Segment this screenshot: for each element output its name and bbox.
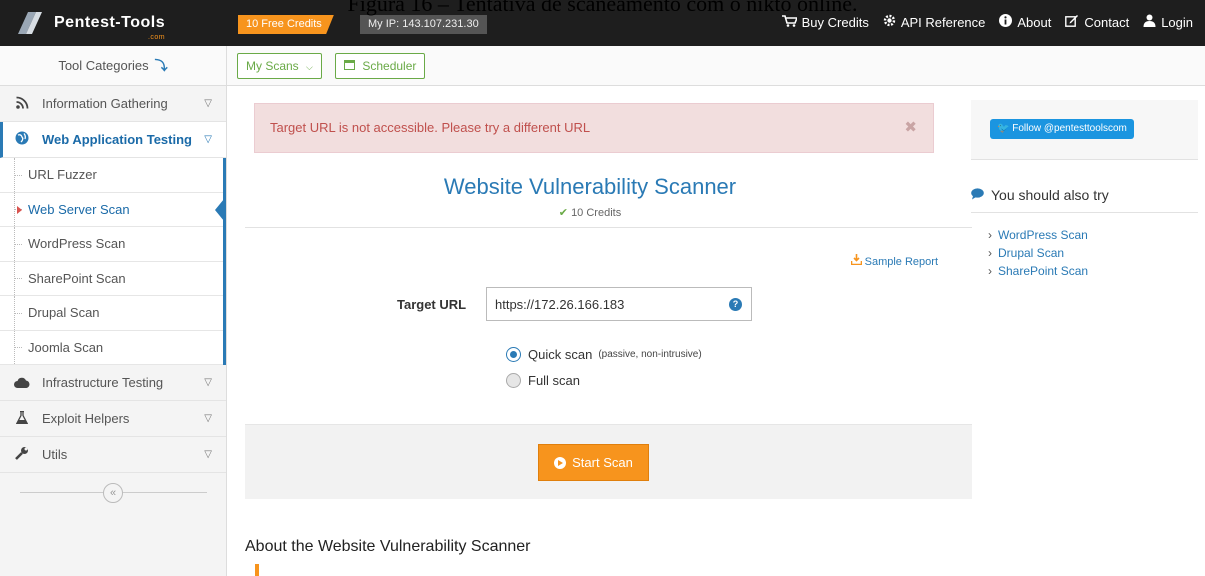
globe-icon [14,131,30,148]
web-application-submenu: URL Fuzzer Web Server Scan WordPress Sca… [0,158,226,365]
subitem-label: SharePoint Scan [28,270,126,286]
subitem-label: URL Fuzzer [28,167,97,183]
sample-report-link[interactable]: Sample Report [850,254,938,268]
subitem-label: Drupal Scan [28,305,100,321]
download-icon [850,254,865,268]
sidebar: Information Gathering ▽ Web Application … [0,86,227,576]
divider [245,227,972,228]
credits-cost: ✔ 10 Credits [245,206,935,219]
calendar-icon [344,59,358,73]
quick-scan-hint: (passive, non-intrusive) [598,349,702,360]
link-label: WordPress Scan [998,228,1088,242]
alert-message: Target URL is not accessible. Please try… [270,120,591,135]
curved-arrow-icon: ⤵ [154,58,168,73]
quick-scan-label: Quick scan [528,347,593,362]
sidebar-collapse-row: « [20,482,207,504]
figure-caption: Figura 16 – Tentativa de scaneamento com… [347,0,858,16]
also-try-label: You should also try [991,187,1109,203]
link-label: SharePoint Scan [998,264,1089,278]
sidebar-item-exploit-helpers[interactable]: Exploit Helpers ▽ [0,401,226,437]
full-scan-label: Full scan [528,373,581,388]
logo-sub: .com [147,34,166,41]
divider [971,212,1198,213]
my-scans-label: My Scans [246,59,299,73]
cloud-icon [14,375,30,391]
sidebar-item-label: Information Gathering [42,96,168,111]
collapse-sidebar-button[interactable]: « [103,483,123,503]
also-try-heading: You should also try [971,187,1109,203]
also-try-list: › WordPress Scan › Drupal Scan › SharePoint… [988,226,1088,280]
chevron-down-icon: ▽ [204,377,212,388]
chevron-down-icon: ▽ [204,134,212,145]
sample-report-label: Sample Report [864,256,938,268]
quick-scan-option[interactable]: Quick scan (passive, non-intrusive) [506,347,702,362]
sidebar-item-utils[interactable]: Utils ▽ [0,437,226,473]
start-scan-button[interactable]: Start Scan [538,444,649,481]
sidebar-subitem-sharepoint-scan[interactable]: SharePoint Scan [0,261,223,296]
accent-bar [255,564,259,576]
my-scans-button[interactable]: My Scans ⌵ [237,53,322,79]
full-scan-option[interactable]: Full scan [506,373,580,388]
also-try-link-wordpress[interactable]: › WordPress Scan [988,226,1088,244]
also-try-link-drupal[interactable]: › Drupal Scan [988,244,1088,262]
tool-categories-label: Tool Categories [58,58,149,73]
rss-icon [14,96,30,112]
active-pointer-icon [215,198,224,221]
sidebar-item-label: Utils [42,447,68,462]
subitem-label: WordPress Scan [28,236,126,252]
flask-icon [14,410,30,427]
close-icon[interactable]: ✖ [904,104,917,152]
target-url-label: Target URL [397,297,467,312]
wrench-icon [14,446,30,463]
scan-toolbar: My Scans ⌵ Scheduler [227,46,1205,86]
chevron-right-icon: › [988,264,992,278]
scheduler-label: Scheduler [362,59,417,73]
chevron-down-icon: ▽ [204,449,212,460]
target-url-input[interactable] [486,287,752,321]
scheduler-button[interactable]: Scheduler [335,53,426,79]
sidebar-item-label: Exploit Helpers [42,411,130,426]
check-icon: ✔ [558,207,568,219]
radio-selected-icon[interactable] [506,347,521,362]
my-ip-badge: My IP: 143.107.231.30 [360,15,487,34]
error-alert: Target URL is not accessible. Please try… [254,103,934,153]
play-icon [554,456,567,469]
twitter-follow-button[interactable]: 🐦 Follow @pentesttoolscom [990,119,1134,139]
chevron-right-icon: › [988,228,992,242]
sidebar-subitem-web-server-scan[interactable]: Web Server Scan [0,192,224,227]
chevron-down-icon: ⌵ [306,62,313,72]
follow-label: Follow @pentesttoolscom [1012,123,1127,134]
sidebar-item-label: Web Application Testing [42,132,192,147]
chevron-down-icon: ▽ [204,413,212,424]
sidebar-subitem-wordpress-scan[interactable]: WordPress Scan [0,227,223,262]
sidebar-subitem-joomla-scan[interactable]: Joomla Scan [0,330,223,365]
start-scan-label: Start Scan [572,455,633,470]
credits-cost-label: 10 Credits [571,207,622,219]
free-credits-badge[interactable]: 10 Free Credits [238,15,334,34]
link-label: Drupal Scan [998,246,1065,260]
active-marker-icon [17,205,22,214]
sidebar-item-web-application-testing[interactable]: Web Application Testing ▽ [0,122,226,158]
radio-unselected-icon[interactable] [506,373,521,388]
page-title: Website Vulnerability Scanner [443,174,737,199]
sidebar-subitem-url-fuzzer[interactable]: URL Fuzzer [0,158,223,193]
tool-categories-header[interactable]: Tool Categories ⤵ [0,46,227,86]
comment-icon [971,187,984,203]
follow-box: 🐦 Follow @pentesttoolscom [971,100,1198,160]
twitter-icon: 🐦 [997,123,1010,134]
sidebar-item-infrastructure-testing[interactable]: Infrastructure Testing ▽ [0,365,226,401]
subitem-label: Web Server Scan [28,201,130,217]
about-heading: About the Website Vulnerability Scanner [245,538,531,555]
chevron-down-icon: ▽ [204,98,212,109]
subitem-label: Joomla Scan [28,339,104,355]
sidebar-subitem-drupal-scan[interactable]: Drupal Scan [0,296,223,331]
scan-action-area: Start Scan [245,424,972,499]
help-icon[interactable]: ? [729,298,742,311]
also-try-link-sharepoint[interactable]: › SharePoint Scan [988,262,1088,280]
sidebar-item-label: Infrastructure Testing [42,375,164,390]
sidebar-item-information-gathering[interactable]: Information Gathering ▽ [0,86,226,122]
chevron-right-icon: › [988,246,992,260]
